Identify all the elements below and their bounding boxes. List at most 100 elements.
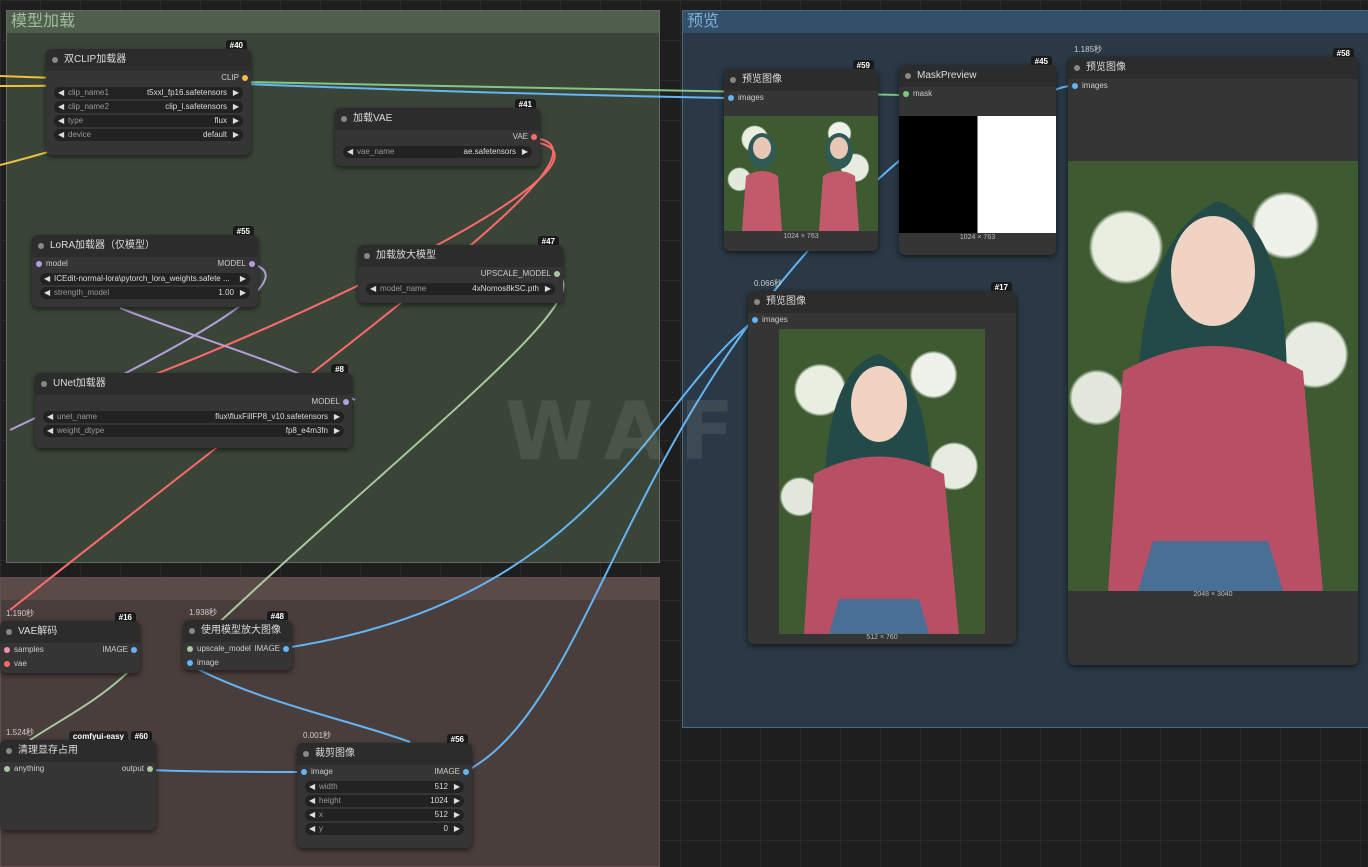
arrow-left-icon[interactable]: ◀	[347, 146, 353, 158]
collapse-dot-icon[interactable]	[754, 299, 760, 305]
output-label: CLIP	[221, 73, 239, 82]
arrow-left-icon[interactable]: ◀	[58, 115, 64, 127]
node-vae-decode[interactable]: 1.190秒 #16 VAE解码 samples IMAGE vae	[0, 609, 140, 673]
node-unet-loader[interactable]: #8 UNet加载器 MODEL ◀ unet_name flux\fluxFill…	[35, 364, 352, 448]
arrow-right-icon[interactable]: ▶	[334, 425, 340, 437]
widget-y[interactable]: ◀ y 0 ▶	[305, 823, 464, 835]
arrow-right-icon[interactable]: ▶	[454, 781, 460, 793]
input-socket[interactable]	[752, 317, 758, 323]
widget-clip-name2[interactable]: ◀ clip_name2 clip_l.safetensors ▶	[54, 101, 243, 113]
mask-image[interactable]	[899, 116, 1056, 233]
input-socket[interactable]	[36, 261, 42, 267]
node-preview-image-58[interactable]: 1.185秒 #58 预览图像 images 2048 × 3040	[1068, 45, 1358, 665]
collapse-dot-icon[interactable]	[52, 57, 58, 63]
widget-strength-model[interactable]: ◀ strength_model 1.00 ▶	[40, 287, 250, 299]
output-socket[interactable]	[242, 75, 248, 81]
node-title: 清理显存占用	[18, 745, 78, 756]
widget-x[interactable]: ◀ x 512 ▶	[305, 809, 464, 821]
input-socket[interactable]	[187, 646, 193, 652]
node-lora-loader[interactable]: #55 LoRA加载器（仅模型） model MODEL ◀ ICEdit-norm…	[32, 226, 258, 307]
preview-image[interactable]	[724, 116, 878, 231]
arrow-right-icon[interactable]: ▶	[454, 795, 460, 807]
arrow-right-icon[interactable]: ▶	[454, 823, 460, 835]
widget-height[interactable]: ◀ height 1024 ▶	[305, 795, 464, 807]
arrow-left-icon[interactable]: ◀	[47, 411, 53, 423]
collapse-dot-icon[interactable]	[303, 751, 309, 757]
output-socket[interactable]	[463, 769, 469, 775]
node-dual-clip-loader[interactable]: #40 双CLIP加载器 CLIP ◀ clip_name1 t5xxl_fp16.…	[46, 40, 251, 155]
arrow-right-icon[interactable]: ▶	[454, 809, 460, 821]
preview-image[interactable]	[1068, 161, 1358, 591]
widget-value: 0	[443, 824, 448, 833]
arrow-right-icon[interactable]: ▶	[240, 287, 246, 299]
arrow-left-icon[interactable]: ◀	[44, 273, 50, 285]
widget-device[interactable]: ◀ device default ▶	[54, 129, 243, 141]
widget-value: 1024	[430, 796, 448, 805]
input-socket[interactable]	[728, 95, 734, 101]
collapse-dot-icon[interactable]	[730, 77, 736, 83]
arrow-right-icon[interactable]: ▶	[233, 115, 239, 127]
arrow-left-icon[interactable]: ◀	[370, 283, 376, 295]
arrow-right-icon[interactable]: ▶	[545, 283, 551, 295]
widget-unet-name[interactable]: ◀ unet_name flux\fluxFillFP8_v10.safetenso…	[43, 411, 344, 423]
output-socket[interactable]	[131, 647, 137, 653]
widget-vae-name[interactable]: ◀ vae_name ae.safetensors ▶	[343, 146, 532, 158]
arrow-right-icon[interactable]: ▶	[522, 146, 528, 158]
input-socket[interactable]	[301, 769, 307, 775]
arrow-left-icon[interactable]: ◀	[58, 101, 64, 113]
collapse-dot-icon[interactable]	[6, 748, 12, 754]
widget-type[interactable]: ◀ type flux ▶	[54, 115, 243, 127]
output-socket[interactable]	[283, 646, 289, 652]
collapse-dot-icon[interactable]	[905, 73, 911, 79]
output-socket[interactable]	[531, 134, 537, 140]
arrow-left-icon[interactable]: ◀	[58, 87, 64, 99]
arrow-left-icon[interactable]: ◀	[309, 823, 315, 835]
output-socket[interactable]	[147, 766, 153, 772]
node-preview-image-17[interactable]: 0.066秒 #17 预览图像 images 512 × 760	[748, 279, 1016, 644]
input-socket[interactable]	[903, 91, 909, 97]
node-clear-vram[interactable]: 1.524秒 comfyui-easy #60 清理显存占用 anything o…	[0, 728, 156, 830]
execution-time: 1.190秒	[6, 609, 35, 618]
arrow-right-icon[interactable]: ▶	[233, 101, 239, 113]
preview-content-diptych	[742, 133, 859, 231]
collapse-dot-icon[interactable]	[341, 116, 347, 122]
arrow-right-icon[interactable]: ▶	[240, 273, 246, 285]
widget-lora-name[interactable]: ◀ ICEdit-normal-lora\pytorch_lora_weights…	[40, 273, 250, 285]
input-socket[interactable]	[4, 766, 10, 772]
node-upscale-image[interactable]: 1.938秒 #48 使用模型放大图像 upscale_model IMAGE i…	[183, 608, 292, 670]
collapse-dot-icon[interactable]	[38, 243, 44, 249]
collapse-dot-icon[interactable]	[41, 381, 47, 387]
output-socket[interactable]	[554, 271, 560, 277]
collapse-dot-icon[interactable]	[1074, 65, 1080, 71]
arrow-left-icon[interactable]: ◀	[309, 809, 315, 821]
arrow-left-icon[interactable]: ◀	[309, 795, 315, 807]
collapse-dot-icon[interactable]	[364, 253, 370, 259]
preview-image[interactable]	[779, 329, 985, 634]
output-socket[interactable]	[249, 261, 255, 267]
collapse-dot-icon[interactable]	[6, 629, 12, 635]
widget-model-name[interactable]: ◀ model_name 4xNomos8kSC.pth ▶	[366, 283, 555, 295]
arrow-left-icon[interactable]: ◀	[58, 129, 64, 141]
node-vae-loader[interactable]: #41 加载VAE VAE ◀ vae_name ae.safetensors ▶	[335, 99, 540, 166]
widget-value: flux	[214, 116, 227, 125]
widget-weight-dtype[interactable]: ◀ weight_dtype fp8_e4m3fn ▶	[43, 425, 344, 437]
arrow-left-icon[interactable]: ◀	[309, 781, 315, 793]
arrow-left-icon[interactable]: ◀	[47, 425, 53, 437]
arrow-right-icon[interactable]: ▶	[334, 411, 340, 423]
output-socket[interactable]	[343, 399, 349, 405]
arrow-right-icon[interactable]: ▶	[233, 129, 239, 141]
node-upscale-model-loader[interactable]: #47 加载放大模型 UPSCALE_MODEL ◀ model_name 4xNo…	[358, 236, 563, 303]
widget-clip-name1[interactable]: ◀ clip_name1 t5xxl_fp16.safetensors ▶	[54, 87, 243, 99]
input-socket[interactable]	[1072, 83, 1078, 89]
arrow-left-icon[interactable]: ◀	[44, 287, 50, 299]
collapse-dot-icon[interactable]	[189, 628, 195, 634]
input-socket[interactable]	[187, 660, 193, 666]
node-mask-preview[interactable]: #45 MaskPreview mask 1024 × 763	[899, 56, 1056, 255]
input-socket[interactable]	[4, 661, 10, 667]
node-preview-image-59[interactable]: #59 预览图像 images 1024 × 763	[724, 60, 878, 251]
arrow-right-icon[interactable]: ▶	[233, 87, 239, 99]
input-socket[interactable]	[4, 647, 10, 653]
widget-width[interactable]: ◀ width 512 ▶	[305, 781, 464, 793]
widget-value: 1.00	[218, 288, 234, 297]
node-crop-image[interactable]: 0.001秒 #56 裁剪图像 image IMAGE ◀ width 512 ▶ ◀ h…	[297, 731, 472, 848]
